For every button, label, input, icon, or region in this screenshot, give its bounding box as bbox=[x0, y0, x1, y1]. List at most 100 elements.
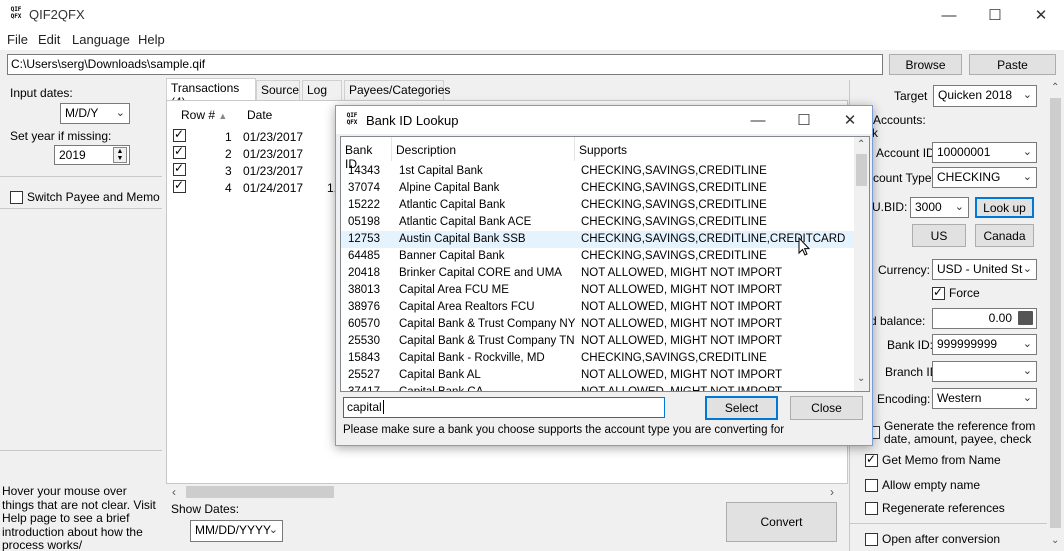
target-select[interactable]: Quicken 2018 ⌄ bbox=[933, 85, 1037, 107]
balance-input[interactable]: 0.00 bbox=[932, 308, 1037, 329]
minimize-button[interactable]: — bbox=[926, 0, 972, 30]
bank-list-row[interactable]: 60570 Capital Bank & Trust Company NY NOT … bbox=[341, 316, 854, 333]
row-checkbox[interactable] bbox=[173, 144, 186, 159]
show-dates-select[interactable]: MM/DD/YYYY ⌄ bbox=[190, 520, 283, 542]
paste-button[interactable]: Paste bbox=[969, 54, 1056, 75]
scroll-up-icon[interactable]: ⌃ bbox=[1051, 82, 1059, 93]
currency-select[interactable]: USD - United Sta ⌄ bbox=[932, 259, 1037, 280]
menu-language[interactable]: Language bbox=[72, 32, 130, 47]
bank-list-row[interactable]: 38976 Capital Area Realtors FCU NOT ALLOWE… bbox=[341, 299, 854, 316]
bank-list-row[interactable]: 15222 Atlantic Capital Bank CHECKING,SAVIN… bbox=[341, 197, 854, 214]
bank-list-row[interactable]: 05198 Atlantic Capital Bank ACE CHECKING,S… bbox=[341, 214, 854, 231]
scroll-left-icon[interactable]: ‹ bbox=[172, 485, 176, 499]
table-row[interactable]: 4 01/24/2017 1, bbox=[173, 178, 343, 196]
col-supports[interactable]: Supports bbox=[575, 137, 854, 161]
canada-button[interactable]: Canada bbox=[975, 224, 1034, 247]
row-checkbox[interactable] bbox=[173, 178, 186, 193]
checkbox-icon[interactable] bbox=[865, 501, 878, 515]
horizontal-scrollbar[interactable]: ‹ › bbox=[166, 484, 848, 501]
tab-source[interactable]: Source bbox=[256, 80, 300, 100]
list-scrollbar[interactable]: ⌃ ⌄ bbox=[854, 137, 869, 391]
scroll-up-icon[interactable]: ⌃ bbox=[857, 139, 865, 150]
open-after-checkbox[interactable]: Open after conversion bbox=[865, 532, 1000, 546]
maximize-button[interactable]: ☐ bbox=[972, 0, 1018, 30]
divider bbox=[0, 208, 162, 209]
menu-file[interactable]: File bbox=[7, 32, 28, 47]
bank-list-row[interactable]: 15843 Capital Bank - Rockville, MD CHECKIN… bbox=[341, 350, 854, 367]
file-path-input[interactable]: C:\Users\serg\Downloads\sample.qif bbox=[7, 54, 883, 75]
bank-desc-cell: Capital Bank CA bbox=[399, 386, 484, 392]
scroll-down-icon[interactable]: ⌄ bbox=[857, 373, 865, 384]
account-id-select[interactable]: 10000001 ⌄ bbox=[932, 142, 1037, 163]
chevron-down-icon: ⌄ bbox=[1022, 171, 1032, 183]
table-row[interactable]: 1 01/23/2017 bbox=[173, 127, 343, 145]
table-row[interactable]: 3 01/23/2017 bbox=[173, 161, 343, 179]
tab-log[interactable]: Log bbox=[302, 80, 342, 100]
help-text: Hover your mouse over things that are no… bbox=[2, 484, 156, 551]
encoding-select[interactable]: Western ⌄ bbox=[932, 388, 1037, 409]
left-panel: Input dates: M/D/Y ⌄ Set year if missing… bbox=[0, 80, 162, 551]
allow-empty-checkbox[interactable]: Allow empty name bbox=[865, 478, 980, 492]
bank-list-row[interactable]: 37074 Alpine Capital Bank CHECKING,SAVINGS… bbox=[341, 180, 854, 197]
scroll-thumb[interactable] bbox=[1050, 98, 1061, 528]
table-row[interactable]: 2 01/23/2017 bbox=[173, 144, 343, 162]
generate-ref-checkbox[interactable]: Generate the reference from date, amount… bbox=[867, 420, 1047, 446]
bank-list-row[interactable]: 25530 Capital Bank & Trust Company TN NOT … bbox=[341, 333, 854, 350]
bank-list-row[interactable]: 12753 Austin Capital Bank SSB CHECKING,SAV… bbox=[341, 231, 854, 248]
force-checkbox[interactable]: Force bbox=[932, 285, 980, 300]
dialog-minimize-button[interactable]: — bbox=[735, 106, 781, 134]
accounts-label: Accounts: bbox=[873, 113, 926, 127]
regenerate-checkbox[interactable]: Regenerate references bbox=[865, 501, 1005, 515]
get-memo-checkbox[interactable]: Get Memo from Name bbox=[865, 452, 1001, 467]
row-number: 4 bbox=[225, 181, 232, 195]
bank-id-select[interactable]: 999999999 ⌄ bbox=[932, 334, 1037, 355]
scroll-thumb[interactable] bbox=[186, 486, 334, 498]
browse-button[interactable]: Browse bbox=[889, 54, 962, 75]
lookup-button[interactable]: Look up bbox=[975, 197, 1034, 218]
close-window-button[interactable]: ✕ bbox=[1018, 0, 1064, 30]
spin-arrows-icon[interactable]: ▲ ▼ bbox=[113, 147, 127, 163]
bank-list-row[interactable]: 38013 Capital Area FCU ME NOT ALLOWED, MIG… bbox=[341, 282, 854, 299]
row-date: 01/23/2017 bbox=[243, 164, 304, 178]
ubid-value: 3000 bbox=[915, 200, 942, 214]
close-button[interactable]: Close bbox=[790, 396, 863, 420]
menu-edit[interactable]: Edit bbox=[38, 32, 60, 47]
bank-list-row[interactable]: 25527 Capital Bank AL NOT ALLOWED, MIGHT N… bbox=[341, 367, 854, 384]
row-checkbox[interactable] bbox=[173, 161, 186, 176]
checkbox-icon[interactable] bbox=[932, 285, 945, 300]
checkbox-icon[interactable] bbox=[865, 478, 878, 492]
date-format-select[interactable]: M/D/Y ⌄ bbox=[60, 103, 130, 124]
list-body: 14343 1st Capital Bank CHECKING,SAVINGS,CR… bbox=[341, 163, 854, 391]
checkbox-icon[interactable] bbox=[865, 532, 878, 546]
scroll-down-icon[interactable]: ⌄ bbox=[1051, 535, 1059, 546]
convert-button[interactable]: Convert bbox=[726, 502, 837, 542]
tab-transactions[interactable]: Transactions (4) bbox=[166, 78, 256, 109]
col-description[interactable]: Description bbox=[392, 137, 575, 161]
ubid-select[interactable]: 3000 ⌄ bbox=[910, 197, 969, 218]
bank-search-input[interactable]: capital bbox=[343, 397, 665, 418]
bank-list-row[interactable]: 64485 Banner Capital Bank CHECKING,SAVINGS… bbox=[341, 248, 854, 265]
branch-id-select[interactable]: ⌄ bbox=[932, 361, 1037, 382]
row-checkbox[interactable] bbox=[173, 127, 186, 142]
bank-list-row[interactable]: 14343 1st Capital Bank CHECKING,SAVINGS,CR… bbox=[341, 163, 854, 180]
scroll-thumb[interactable] bbox=[856, 154, 867, 186]
select-button[interactable]: Select bbox=[705, 396, 778, 420]
checkbox-icon[interactable] bbox=[865, 452, 878, 467]
dialog-maximize-button[interactable]: ☐ bbox=[781, 106, 827, 134]
grid-header-row-num[interactable]: Row # ▲ bbox=[181, 108, 227, 122]
dialog-close-button[interactable]: ✕ bbox=[827, 106, 873, 134]
menu-help[interactable]: Help bbox=[138, 32, 165, 47]
scroll-right-icon[interactable]: › bbox=[830, 485, 834, 499]
bank-list-row[interactable]: 37417 Capital Bank CA NOT ALLOWED, MIGHT N… bbox=[341, 384, 854, 392]
col-bank-id[interactable]: Bank ID bbox=[341, 137, 392, 171]
bank-list-row[interactable]: 20418 Brinker Capital CORE and UMA NOT ALL… bbox=[341, 265, 854, 282]
checkbox-icon[interactable] bbox=[10, 190, 23, 204]
account-type-select[interactable]: CHECKING ⌄ bbox=[932, 167, 1037, 188]
us-button[interactable]: US bbox=[912, 224, 966, 247]
calculator-icon[interactable] bbox=[1018, 311, 1033, 325]
year-stepper[interactable]: 2019 ▲ ▼ bbox=[54, 145, 130, 165]
switch-payee-checkbox[interactable]: Switch Payee and Memo bbox=[10, 190, 160, 204]
tab-payees-categories[interactable]: Payees/Categories bbox=[344, 80, 450, 100]
grid-header-date[interactable]: Date bbox=[247, 108, 272, 122]
vertical-scrollbar[interactable]: ⌃ ⌄ bbox=[1047, 80, 1064, 551]
